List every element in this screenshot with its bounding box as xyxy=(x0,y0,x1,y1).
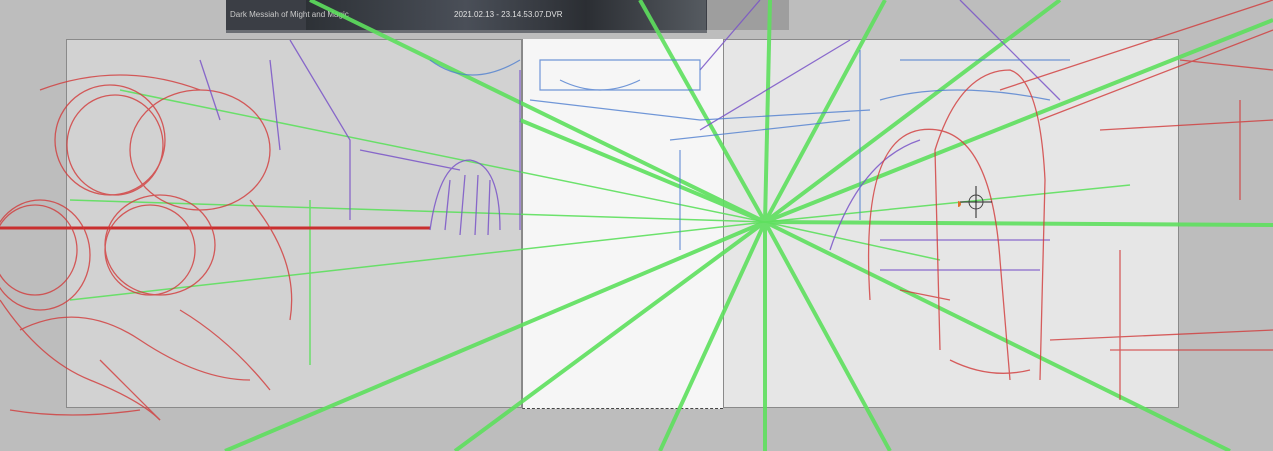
drawing-canvas[interactable]: Dark Messiah of Might and Magic 2021.02.… xyxy=(0,0,1273,451)
crosshair-cursor-icon xyxy=(958,186,992,218)
perspective-guides xyxy=(224,0,1273,451)
sketch-layer xyxy=(0,0,1273,451)
red-sketch-left xyxy=(0,74,293,421)
blue-sketch xyxy=(429,50,1070,250)
